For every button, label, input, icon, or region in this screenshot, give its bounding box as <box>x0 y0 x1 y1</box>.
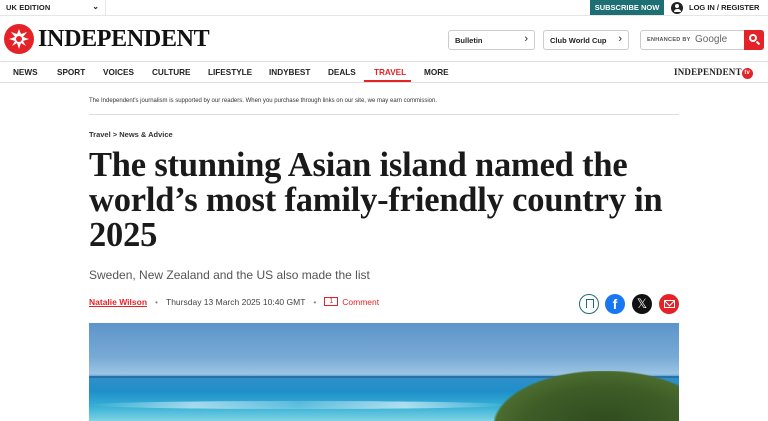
email-icon[interactable] <box>659 294 679 314</box>
login-label: LOG IN / REGISTER <box>689 3 760 12</box>
site-header: INDEPENDENT Bulletin › Club World Cup › … <box>0 16 768 62</box>
club-world-cup-link[interactable]: Club World Cup › <box>543 30 629 50</box>
article-headline: The stunning Asian island named the worl… <box>89 146 663 254</box>
search-button[interactable] <box>744 30 764 50</box>
chevron-down-icon: ⌄ <box>92 2 99 11</box>
chevron-right-icon: › <box>618 33 622 45</box>
eagle-logo-icon <box>4 24 34 54</box>
byline: Natalie Wilson • Thursday 13 March 2025 … <box>89 296 379 307</box>
edition-label: UK EDITION <box>6 3 51 12</box>
main-nav: NEWS SPORT VOICES CULTURE LIFESTYLE INDY… <box>0 63 768 83</box>
bulletin-label: Bulletin <box>455 36 483 45</box>
separator-dot: • <box>155 297 159 307</box>
nav-item-indybest[interactable]: INDYBEST <box>269 68 310 77</box>
article-standfirst: Sweden, New Zealand and the US also made… <box>89 268 370 282</box>
independent-tv-link[interactable]: INDEPENDENT tv <box>674 67 753 79</box>
nav-item-culture[interactable]: CULTURE <box>152 68 191 77</box>
search-enhanced-label: ENHANCED BY <box>647 37 691 43</box>
breadcrumb[interactable]: Travel > News & Advice <box>89 130 173 139</box>
subscribe-button[interactable]: SUBSCRIBE NOW <box>590 0 664 15</box>
nav-item-lifestyle[interactable]: LIFESTYLE <box>208 68 252 77</box>
x-icon[interactable]: 𝕏 <box>632 294 652 314</box>
nav-item-voices[interactable]: VOICES <box>103 68 134 77</box>
facebook-icon[interactable]: f <box>605 294 625 314</box>
login-register-link[interactable]: LOG IN / REGISTER <box>671 0 759 15</box>
nav-item-more[interactable]: MORE <box>424 68 449 77</box>
bulletin-link[interactable]: Bulletin › <box>448 30 535 50</box>
hero-image <box>89 323 679 421</box>
nav-item-news[interactable]: NEWS <box>13 68 38 77</box>
nav-item-travel[interactable]: TRAVEL <box>374 68 406 77</box>
publish-date: Thursday 13 March 2025 10:40 GMT <box>166 297 306 307</box>
divider <box>89 114 679 115</box>
edition-selector[interactable]: UK EDITION ⌄ <box>0 0 106 15</box>
top-bar: UK EDITION ⌄ SUBSCRIBE NOW LOG IN / REGI… <box>0 0 768 16</box>
logo-wordmark: INDEPENDENT <box>38 25 210 52</box>
user-icon <box>671 2 683 14</box>
comment-link[interactable]: Comment <box>342 297 379 307</box>
chevron-right-icon: › <box>524 33 528 45</box>
tv-badge: tv <box>741 68 753 79</box>
affiliate-disclaimer: The Independent's journalism is supporte… <box>89 98 437 104</box>
comment-icon[interactable]: 1 <box>324 296 339 306</box>
bookmark-icon[interactable] <box>579 294 599 314</box>
independent-tv-label: INDEPENDENT <box>674 67 742 77</box>
club-world-cup-label: Club World Cup <box>550 36 607 45</box>
author-link[interactable]: Natalie Wilson <box>89 297 147 307</box>
nav-item-sport[interactable]: SPORT <box>57 68 85 77</box>
search-google-label: Google <box>695 34 728 45</box>
site-logo[interactable]: INDEPENDENT <box>4 24 210 54</box>
separator-dot: • <box>313 297 317 307</box>
nav-active-indicator <box>364 80 411 82</box>
nav-item-deals[interactable]: DEALS <box>328 68 356 77</box>
